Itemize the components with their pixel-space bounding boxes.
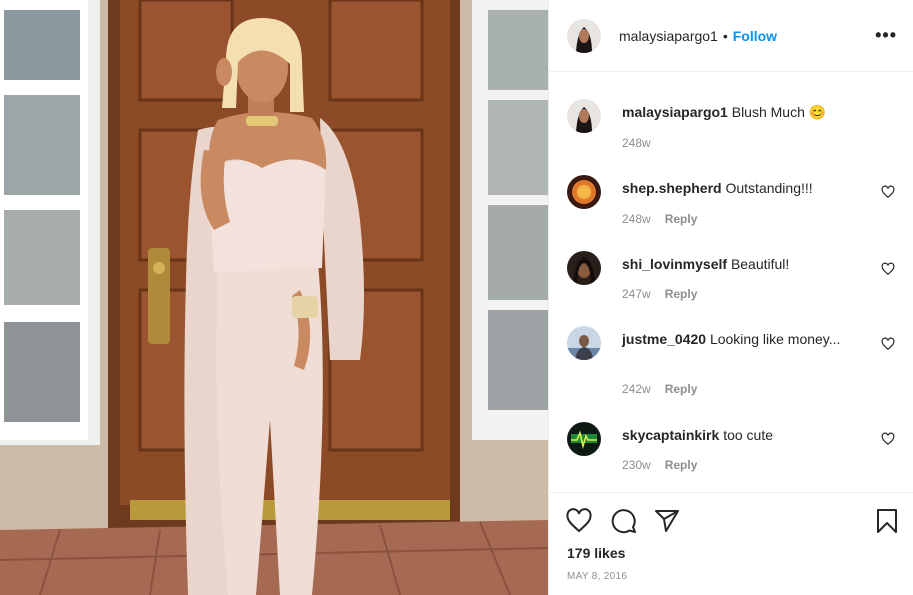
commenter-avatar[interactable] [567,326,601,360]
caption-text: Blush Much 😊 [731,104,827,120]
heart-icon[interactable] [565,507,593,535]
comment-item: shep.shepherd Outstanding!!! 248w Reply [567,175,895,235]
reply-button[interactable]: Reply [665,458,698,472]
likes-count[interactable]: 179 likes [567,545,625,561]
comment-text: Outstanding!!! [725,180,813,196]
reply-button[interactable]: Reply [665,212,698,226]
comment-text: Looking like money... [709,331,841,347]
reply-button[interactable]: Reply [665,287,698,301]
comment-username[interactable]: shep.shepherd [622,180,722,196]
comment-timestamp[interactable]: 230w [622,458,651,472]
commenter-avatar[interactable] [567,175,601,209]
post-header: malaysiapargo1 • Follow ••• [549,0,913,72]
comment-meta: 242w Reply [622,382,697,396]
like-comment-heart-icon[interactable] [881,262,895,276]
comments-list[interactable]: malaysiapargo1 Blush Much 😊 248w shep.sh… [549,73,913,492]
caption-body: malaysiapargo1 Blush Much 😊 [622,102,859,122]
like-comment-heart-icon[interactable] [881,185,895,199]
comment-bubble-icon[interactable] [610,507,638,535]
bookmark-icon[interactable] [873,507,901,535]
paper-plane-icon[interactable] [653,507,681,535]
caption: malaysiapargo1 Blush Much 😊 248w [567,99,895,159]
separator-dot: • [722,27,728,44]
comment-meta: 230w Reply [622,458,697,472]
comment-meta: 248w Reply [622,212,697,226]
comment-body: skycaptainkirk too cute [622,425,859,445]
caption-avatar[interactable] [567,99,601,133]
more-options-icon[interactable]: ••• [875,25,897,46]
comment-meta: 247w Reply [622,287,697,301]
reply-button[interactable]: Reply [665,382,698,396]
caption-timestamp[interactable]: 248w [622,136,651,150]
comment-username[interactable]: shi_lovinmyself [622,256,727,272]
comment-username[interactable]: skycaptainkirk [622,427,719,443]
comment-timestamp[interactable]: 242w [622,382,651,396]
post-image [0,0,548,595]
comment-item: skycaptainkirk too cute 230w Reply [567,422,895,482]
comment-body: justme_0420 Looking like money... [622,329,859,349]
post-photo[interactable] [0,0,548,595]
commenter-avatar[interactable] [567,251,601,285]
comment-text: Beautiful! [730,256,790,272]
comment-body: shi_lovinmyself Beautiful! [622,254,859,274]
commenter-avatar[interactable] [567,422,601,456]
post-details-panel: malaysiapargo1 • Follow ••• malaysiaparg… [548,0,913,595]
comment-timestamp[interactable]: 247w [622,287,651,301]
comment-text: too cute [723,427,774,443]
like-comment-heart-icon[interactable] [881,337,895,351]
comment-item: justme_0420 Looking like money... 242w Re… [567,326,895,406]
post-date[interactable]: MAY 8, 2016 [567,571,627,582]
author-avatar[interactable] [567,18,601,53]
author-username[interactable]: malaysiapargo1 [619,28,718,44]
comment-item: shi_lovinmyself Beautiful! 247w Reply [567,251,895,311]
caption-username[interactable]: malaysiapargo1 [622,104,728,120]
post-actions: 179 likes MAY 8, 2016 [549,492,913,595]
caption-meta: 248w [622,136,651,150]
like-comment-heart-icon[interactable] [881,432,895,446]
comment-body: shep.shepherd Outstanding!!! [622,178,859,198]
comment-timestamp[interactable]: 248w [622,212,651,226]
follow-button[interactable]: Follow [733,28,777,44]
comment-username[interactable]: justme_0420 [622,331,706,347]
